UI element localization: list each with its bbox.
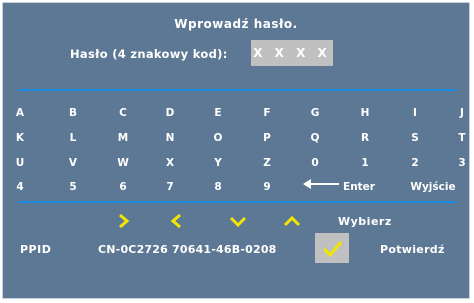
confirm-label: Potwierdź [380,243,445,256]
left-arrow-icon[interactable] [303,179,339,189]
key-d[interactable]: D [160,107,180,119]
key-5[interactable]: 5 [63,181,83,193]
divider-top [18,89,456,91]
chevron-left-icon [170,213,181,229]
key-e[interactable]: E [208,107,228,119]
key-q[interactable]: Q [305,132,325,144]
key-t[interactable]: T [452,132,472,144]
password-input[interactable]: X X X X [251,40,333,66]
key-y[interactable]: Y [208,157,228,169]
key-n[interactable]: N [160,132,180,144]
key-w[interactable]: W [113,157,133,169]
key-k[interactable]: K [10,132,30,144]
ppid-value: CN-0C2726 70641-46B-0208 [98,243,277,256]
key-p[interactable]: P [257,132,277,144]
key-1[interactable]: 1 [355,157,375,169]
key-0[interactable]: 0 [305,157,325,169]
divider-bottom [18,201,456,203]
key-r[interactable]: R [355,132,375,144]
confirm-button[interactable] [315,233,349,263]
key-o[interactable]: O [208,132,228,144]
select-hint: Wybierz [338,215,392,228]
key-3[interactable]: 3 [452,157,472,169]
chevron-up-icon [283,215,301,227]
key-u[interactable]: U [10,157,30,169]
key-4[interactable]: 4 [10,181,30,193]
password-label: Hasło (4 znakowy kod): [70,47,228,61]
key-i[interactable]: I [405,107,425,119]
enter-key[interactable]: Enter [343,181,375,193]
key-z[interactable]: Z [257,157,277,169]
key-a[interactable]: A [10,107,30,119]
exit-key[interactable]: Wyjście [410,181,455,193]
key-s[interactable]: S [405,132,425,144]
key-m[interactable]: M [113,132,133,144]
key-j[interactable]: J [452,107,472,119]
checkmark-icon [322,241,343,258]
key-g[interactable]: G [305,107,325,119]
key-6[interactable]: 6 [113,181,133,193]
key-x[interactable]: X [160,157,180,169]
chevron-down-icon [229,216,247,228]
ppid-label: PPID [20,243,52,256]
key-8[interactable]: 8 [208,181,228,193]
key-7[interactable]: 7 [160,181,180,193]
key-9[interactable]: 9 [257,181,277,193]
key-f[interactable]: F [257,107,277,119]
key-h[interactable]: H [355,107,375,119]
key-l[interactable]: L [63,132,83,144]
chevron-right-icon [119,213,130,229]
key-c[interactable]: C [113,107,133,119]
dialog-title: Wprowadź hasło. [174,17,298,31]
key-v[interactable]: V [63,157,83,169]
key-2[interactable]: 2 [405,157,425,169]
password-dialog: Wprowadź hasło. Hasło (4 znakowy kod): X… [2,2,470,299]
key-b[interactable]: B [63,107,83,119]
